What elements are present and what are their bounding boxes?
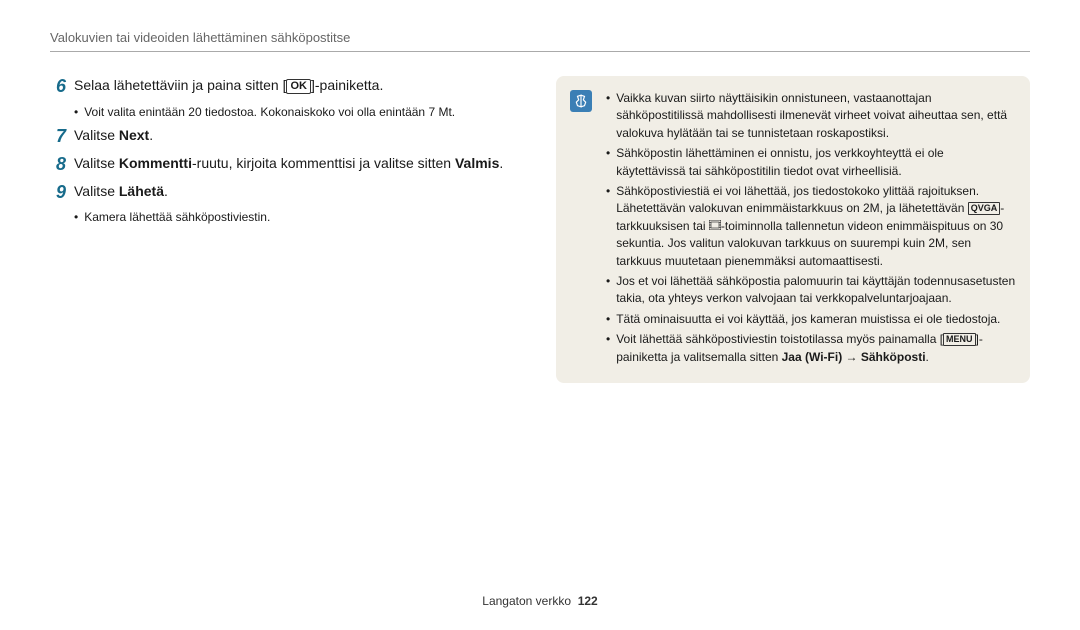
section-header: Valokuvien tai videoiden lähettäminen sä…: [50, 30, 1030, 52]
footer: Langaton verkko 122: [0, 594, 1080, 608]
step-text: Valitse Kommentti-ruutu, kirjoita kommen…: [74, 154, 524, 174]
note-item: Sähköpostin lähettäminen ei onnistu, jos…: [606, 145, 1016, 180]
menu-icon: MENU: [943, 333, 976, 346]
step-6: 6 Selaa lähetettäviin ja paina sitten [O…: [50, 76, 524, 98]
step-number: 7: [50, 126, 72, 148]
step-7: 7 Valitse Next.: [50, 126, 524, 148]
steps-column: 6 Selaa lähetettäviin ja paina sitten [O…: [50, 76, 524, 383]
note-box: Vaikka kuvan siirto näyttäisikin onnistu…: [556, 76, 1030, 383]
step-text: Valitse Next.: [74, 126, 524, 146]
step-sub-bullet: Voit valita enintään 20 tiedostoa. Kokon…: [74, 104, 524, 121]
note-item: Tätä ominaisuutta ei voi käyttää, jos ka…: [606, 311, 1016, 328]
step-number: 9: [50, 182, 72, 204]
step-number: 8: [50, 154, 72, 176]
info-icon: [570, 90, 592, 112]
note-item: Voit lähettää sähköpostiviestin toistoti…: [606, 331, 1016, 366]
step-sub-bullet: Kamera lähettää sähköpostiviestin.: [74, 209, 524, 226]
step-9: 9 Valitse Lähetä.: [50, 182, 524, 204]
note-item: Vaikka kuvan siirto näyttäisikin onnistu…: [606, 90, 1016, 142]
ok-icon: OK: [286, 79, 311, 94]
note-column: Vaikka kuvan siirto näyttäisikin onnistu…: [556, 76, 1030, 383]
step-8: 8 Valitse Kommentti-ruutu, kirjoita komm…: [50, 154, 524, 176]
step-number: 6: [50, 76, 72, 98]
footer-label: Langaton verkko: [482, 594, 571, 608]
note-item: Jos et voi lähettää sähköpostia palomuur…: [606, 273, 1016, 308]
step-text: Selaa lähetettäviin ja paina sitten [OK]…: [74, 76, 524, 96]
note-item: Sähköpostiviestiä ei voi lähettää, jos t…: [606, 183, 1016, 270]
qvga-icon: QVGA: [968, 202, 1001, 215]
page-number: 122: [578, 594, 598, 608]
film-icon: [709, 218, 721, 235]
step-text: Valitse Lähetä.: [74, 182, 524, 202]
